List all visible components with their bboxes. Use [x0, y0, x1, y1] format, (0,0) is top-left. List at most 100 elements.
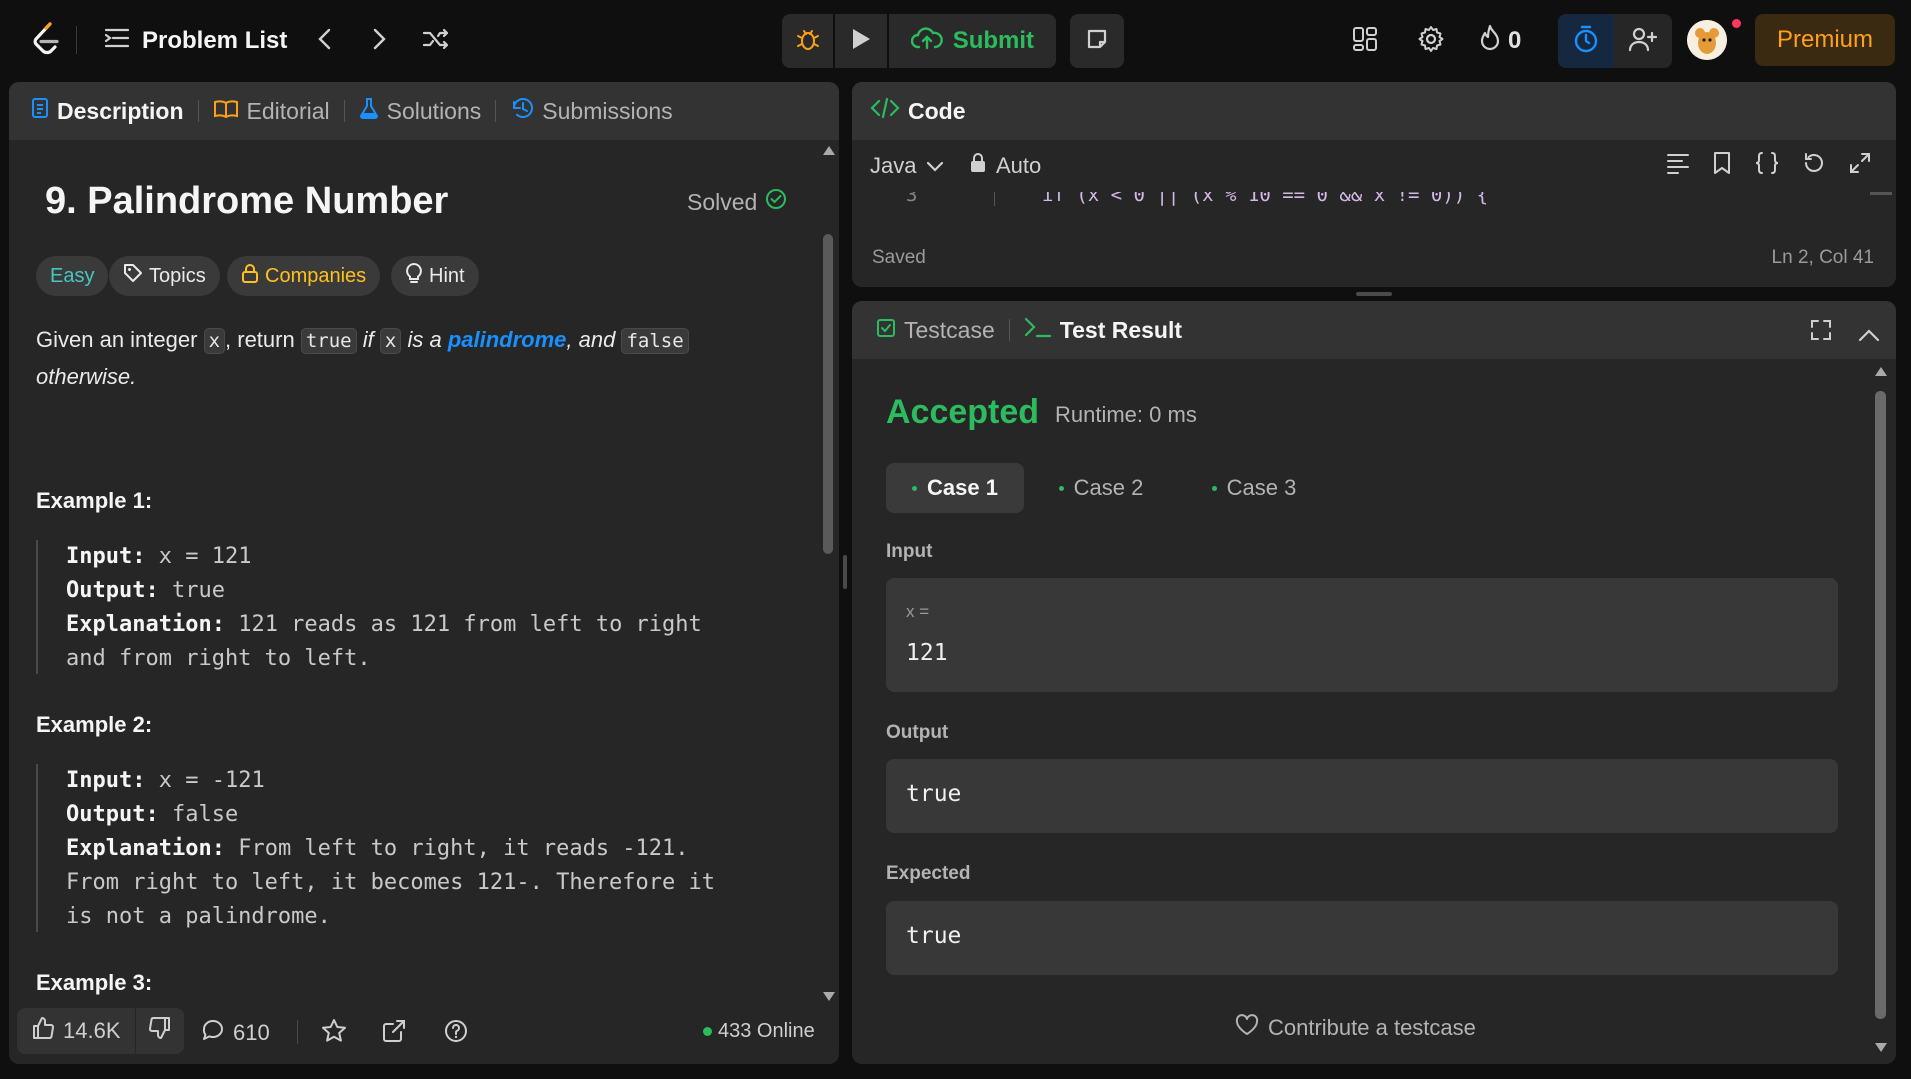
- language-select[interactable]: Java: [870, 153, 944, 179]
- curly-braces-icon[interactable]: [1754, 151, 1780, 181]
- example-label: Input:: [66, 768, 146, 793]
- submit-button[interactable]: Submit: [889, 14, 1056, 68]
- example-value: From right to left, it becomes 121-. The…: [66, 870, 716, 895]
- topics-chip[interactable]: Topics: [109, 256, 220, 296]
- like-dislike-group: 14.6K: [17, 1008, 184, 1054]
- online-label: 433 Online: [718, 1020, 815, 1042]
- tab-code[interactable]: Code: [870, 97, 966, 125]
- comments-button[interactable]: 610: [201, 1018, 270, 1048]
- bug-icon: [795, 26, 821, 57]
- timer-button[interactable]: [1558, 14, 1614, 68]
- tab-solutions[interactable]: Solutions: [359, 97, 481, 125]
- example-block: Input: x = -121 Output: false Explanatio…: [36, 764, 816, 932]
- layout-button[interactable]: [1348, 22, 1382, 60]
- run-button[interactable]: [835, 14, 886, 68]
- timer-collab-group: [1558, 14, 1672, 68]
- premium-button[interactable]: Premium: [1755, 14, 1895, 66]
- palindrome-link[interactable]: palindrome: [448, 327, 567, 352]
- favorite-button[interactable]: [321, 1018, 347, 1050]
- fullscreen-button[interactable]: [1810, 319, 1832, 347]
- stopwatch-icon: [1573, 25, 1599, 58]
- panel-resize-handle[interactable]: [843, 555, 847, 589]
- checkbox-icon: [876, 317, 896, 344]
- random-problem-button[interactable]: [418, 22, 454, 60]
- example-value: false: [171, 802, 239, 827]
- bookmark-icon[interactable]: [1712, 151, 1732, 181]
- dislike-button[interactable]: [136, 1008, 184, 1054]
- lock-icon: [241, 263, 259, 289]
- expand-icon[interactable]: [1848, 151, 1872, 181]
- run-submit-group: Submit: [782, 14, 1056, 68]
- topics-label: Topics: [149, 264, 206, 287]
- format-align-icon[interactable]: [1666, 152, 1690, 180]
- code-panel-header: Code: [852, 82, 1896, 140]
- code-editor[interactable]: 3 if (x < 0 || (x % 10 == 0 && x != 0)) …: [852, 192, 1896, 206]
- case-label: Case 3: [1226, 475, 1297, 500]
- statement-text: otherwise.: [36, 364, 137, 389]
- streak-counter[interactable]: 0: [1478, 22, 1521, 60]
- scrollbar-thumb[interactable]: [823, 234, 833, 554]
- example-label: Input:: [66, 544, 146, 569]
- book-icon: [213, 98, 239, 125]
- companies-chip[interactable]: Companies: [227, 256, 381, 296]
- scrollbar-thumb[interactable]: [1875, 391, 1886, 1019]
- notes-button[interactable]: [1070, 14, 1124, 68]
- inline-code: true: [300, 328, 357, 354]
- hint-chip[interactable]: Hint: [391, 256, 479, 296]
- line-number: 3: [906, 192, 918, 206]
- add-collaborator-button[interactable]: [1614, 14, 1672, 68]
- scroll-down-arrow-icon[interactable]: [1875, 1043, 1887, 1052]
- terminal-icon: [1024, 316, 1052, 344]
- settings-button[interactable]: [1414, 22, 1448, 60]
- example-label: Output:: [66, 802, 159, 827]
- code-panel: Code Java Auto 3 if (x < 0 || (x % 10 ==…: [852, 82, 1896, 287]
- list-icon: [104, 27, 130, 56]
- next-problem-button[interactable]: [363, 22, 397, 60]
- example-label: Output:: [66, 578, 159, 603]
- tab-testcase[interactable]: Testcase: [876, 317, 995, 344]
- input-value: 121: [906, 640, 948, 666]
- contribute-testcase-button[interactable]: Contribute a testcase: [1234, 1013, 1476, 1043]
- prev-problem-button[interactable]: [307, 22, 341, 60]
- like-button[interactable]: 14.6K: [17, 1008, 135, 1054]
- tab-editorial[interactable]: Editorial: [213, 98, 330, 125]
- description-tabs: Description Editorial Solutions Submissi…: [9, 82, 839, 140]
- tab-label: Editorial: [246, 97, 330, 124]
- case-tab-3[interactable]: Case 3: [1185, 463, 1323, 513]
- expected-label: Expected: [886, 863, 971, 884]
- panel-resize-handle[interactable]: [1356, 292, 1392, 296]
- code-toolbar: Java Auto: [852, 140, 1896, 192]
- example-title: Example 1:: [36, 488, 153, 513]
- difficulty-badge: Easy: [36, 256, 109, 296]
- auto-mode-toggle[interactable]: Auto: [970, 153, 1041, 179]
- example-value: x = -121: [158, 768, 265, 793]
- case-tab-2[interactable]: Case 2: [1032, 463, 1170, 513]
- collapse-button[interactable]: [1858, 321, 1880, 348]
- avatar[interactable]: [1687, 20, 1727, 60]
- scrollbar[interactable]: [1874, 365, 1888, 1055]
- tab-description[interactable]: Description: [31, 97, 184, 125]
- comment-count: 610: [233, 1020, 270, 1045]
- reset-icon[interactable]: [1802, 151, 1826, 181]
- description-footer: 14.6K 610 433 Online: [9, 1000, 839, 1064]
- scrollbar[interactable]: [821, 142, 835, 1006]
- lock-icon: [970, 153, 986, 179]
- tab-submissions[interactable]: Submissions: [510, 97, 673, 125]
- case-tab-1[interactable]: Case 1: [886, 463, 1024, 513]
- leetcode-logo-icon[interactable]: [26, 20, 66, 60]
- output-box: true: [886, 759, 1838, 833]
- help-button[interactable]: [443, 1018, 469, 1050]
- scroll-up-arrow-icon[interactable]: [823, 146, 835, 155]
- tab-label: Description: [57, 97, 184, 124]
- tab-test-result[interactable]: Test Result: [1024, 316, 1182, 344]
- share-button[interactable]: [381, 1018, 407, 1050]
- problem-list-button[interactable]: Problem List: [104, 22, 287, 60]
- online-count: 433 Online: [703, 1020, 815, 1043]
- debug-button[interactable]: [782, 14, 833, 68]
- scroll-up-arrow-icon[interactable]: [1875, 367, 1887, 376]
- expected-box: true: [886, 901, 1838, 975]
- companies-label: Companies: [265, 264, 367, 287]
- heart-icon: [1234, 1013, 1260, 1043]
- tag-icon: [123, 263, 143, 289]
- solved-label: Solved: [687, 188, 758, 215]
